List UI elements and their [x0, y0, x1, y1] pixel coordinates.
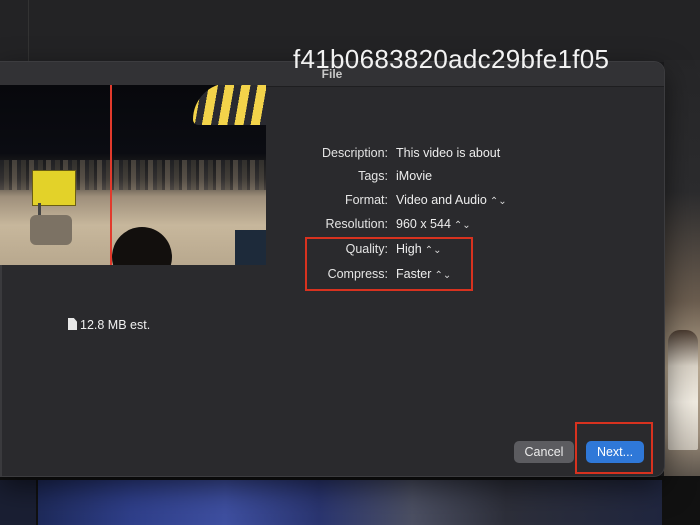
preview-umbrella: [193, 85, 266, 125]
description-input[interactable]: This video is about: [396, 146, 500, 160]
field-label: Tags:: [358, 169, 388, 183]
file-name-title[interactable]: f41b0683820adc29bfe1f05: [293, 44, 609, 75]
next-button[interactable]: Next...: [586, 441, 644, 463]
field-format: Format:: [266, 193, 388, 211]
format-popup[interactable]: Video and Audio ⌃⌄: [396, 193, 507, 211]
description-value[interactable]: This video is about: [396, 146, 500, 164]
tags-value[interactable]: iMovie: [396, 169, 432, 187]
field-label: Resolution:: [325, 217, 388, 231]
chevron-up-down-icon: ⌃⌄: [453, 220, 471, 231]
resolution-value: 960 x 544: [396, 217, 451, 231]
preview-bin: [235, 230, 266, 265]
background-figure: [668, 330, 698, 450]
document-icon: [68, 318, 77, 330]
field-resolution: Resolution:: [266, 217, 388, 235]
highlight-quality-compress: [305, 237, 473, 291]
file-size-label: 12.8 MB est.: [80, 318, 151, 332]
video-preview[interactable]: [0, 85, 266, 265]
preview-head: [112, 227, 172, 265]
field-tags: Tags:: [266, 169, 388, 187]
tags-input[interactable]: iMovie: [396, 169, 432, 183]
cancel-button[interactable]: Cancel: [514, 441, 574, 463]
field-label: Format:: [344, 193, 388, 207]
chevron-up-down-icon: ⌃⌄: [489, 196, 507, 207]
resolution-popup[interactable]: 960 x 544 ⌃⌄: [396, 217, 471, 235]
preview-sign: [32, 170, 76, 206]
playhead: [110, 85, 112, 265]
timeline-clip-thumbnail[interactable]: [0, 480, 36, 525]
format-value: Video and Audio: [396, 193, 487, 207]
file-size-estimate: 12.8 MB est.: [68, 318, 150, 332]
background-divider: [28, 0, 29, 62]
timeline-clip-thumbnail[interactable]: [38, 480, 662, 525]
field-description: Description:: [266, 146, 388, 164]
preview-rock: [30, 215, 72, 245]
field-label: Description:: [322, 146, 388, 160]
